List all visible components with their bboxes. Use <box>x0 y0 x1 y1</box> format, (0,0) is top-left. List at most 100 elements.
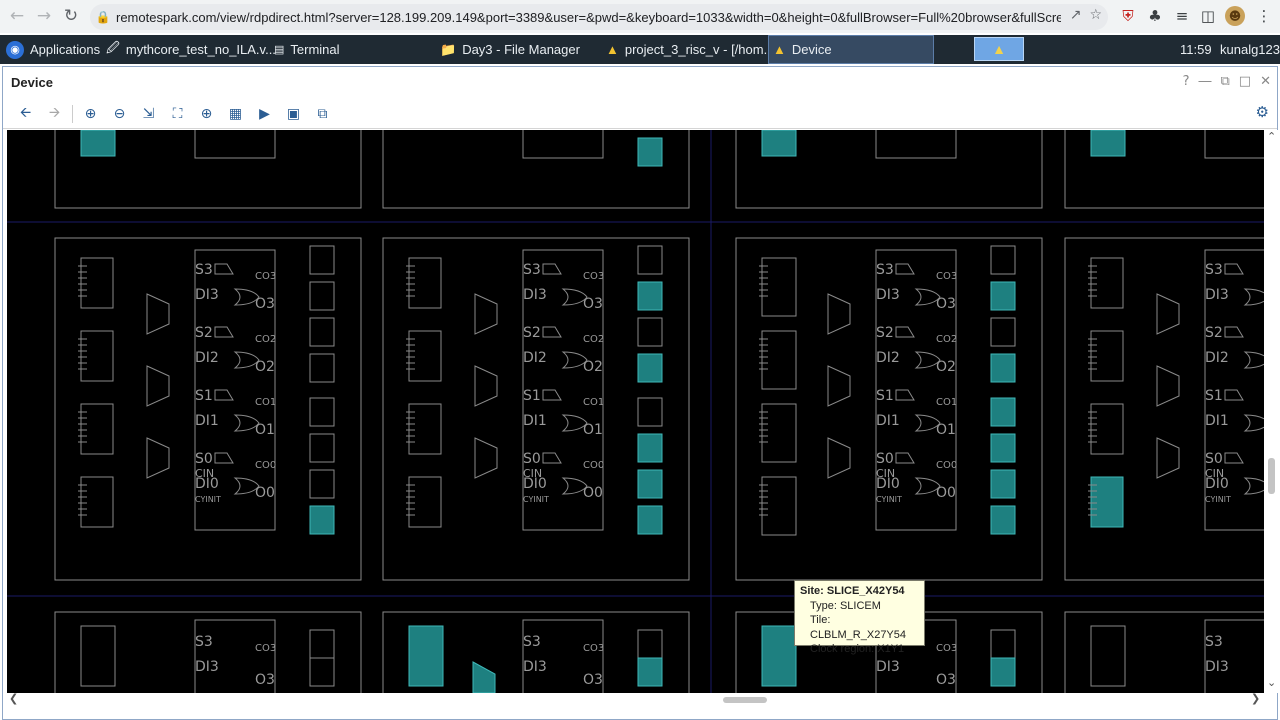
tooltip-type: Type: SLICEM <box>810 599 881 612</box>
flip-flop-box <box>637 469 663 499</box>
extension-shield-icon[interactable]: ⛨ <box>1118 6 1138 26</box>
task-terminal[interactable]: ▤ Terminal <box>270 35 344 64</box>
task-editor[interactable]: 🖉 mythcore_test_no_ILA.v... <box>102 35 276 64</box>
terminal-icon: ▤ <box>274 44 285 56</box>
share-icon[interactable]: ↗ <box>1070 7 1082 23</box>
slice-pin-label: DI3 <box>195 659 219 675</box>
vertical-scroll-thumb[interactable] <box>1268 458 1275 494</box>
flip-flop-box <box>637 657 663 687</box>
slice-pin-label: CO3 <box>255 271 276 282</box>
carry-mux-shape <box>1224 452 1244 464</box>
zoom-selected-icon[interactable]: ⛶ <box>163 101 192 127</box>
slice-pin-label: O3 <box>936 672 956 688</box>
flip-flop-box <box>990 397 1016 427</box>
slice-pin-label: CO0 <box>583 460 604 471</box>
slice-pin-label: S3 <box>523 262 541 278</box>
add-pblock-icon[interactable]: ▶ <box>250 101 279 127</box>
slice-pin-label: CO1 <box>583 397 604 408</box>
slice-pin-label: CYINIT <box>1205 495 1231 504</box>
settings-gear-icon[interactable]: ⚙ <box>1256 103 1269 121</box>
vertical-scrollbar[interactable]: ⌃ ⌄ <box>1265 130 1278 693</box>
scroll-left-arrow-icon[interactable]: ❮ <box>9 692 18 705</box>
maximize-icon[interactable]: □ <box>1239 74 1251 89</box>
carry-mux-shape <box>214 263 234 275</box>
slice-pin-label: CYINIT <box>523 495 549 504</box>
carry-mux-shape <box>895 326 915 338</box>
carry-mux-shape <box>895 452 915 464</box>
flip-flop-box <box>637 245 663 275</box>
draw-pblock-icon[interactable]: ▣ <box>279 101 308 127</box>
lut-box <box>1090 625 1126 687</box>
browser-menu-icon[interactable]: ⋮ <box>1254 6 1274 26</box>
slice-pin-label: DI3 <box>876 659 900 675</box>
bookmark-star-icon[interactable]: ☆ <box>1089 7 1102 23</box>
slice-pin-label: DI2 <box>523 350 547 366</box>
slice-pin-label: DI3 <box>523 287 547 303</box>
close-icon[interactable]: ✕ <box>1260 74 1271 89</box>
flip-flop-box <box>637 505 663 535</box>
slice-pin-label: O3 <box>255 672 275 688</box>
flip-flop-box <box>990 353 1016 383</box>
horizontal-scrollbar[interactable]: ❮ ❯ <box>3 692 1265 707</box>
slice-pin-label: S3 <box>876 262 894 278</box>
flip-flop-box <box>990 505 1016 535</box>
slice-pin-label: CO0 <box>255 460 276 471</box>
slice-pin-label: CO3 <box>936 271 957 282</box>
zoom-in-icon[interactable]: ⊕ <box>76 101 105 127</box>
scroll-down-arrow-icon[interactable]: ⌄ <box>1267 676 1276 689</box>
routing-resources-icon[interactable]: ▦ <box>221 101 250 127</box>
zoom-out-icon[interactable]: ⊖ <box>105 101 134 127</box>
back-arrow-icon[interactable]: ← <box>4 3 30 29</box>
zoom-fit-icon[interactable]: ⇲ <box>134 101 163 127</box>
carry-chain-box <box>875 130 957 159</box>
horizontal-scroll-thumb[interactable] <box>723 697 767 703</box>
extensions-puzzle-icon[interactable]: ♣ <box>1145 6 1165 26</box>
forward-icon[interactable]: 🡪 <box>40 101 69 127</box>
task-file-manager[interactable]: 📁 Day3 - File Manager <box>436 35 584 64</box>
flip-flop-box <box>309 433 335 463</box>
f7-mux-shape <box>1156 365 1180 407</box>
device-fabric-svg[interactable]: S3DI3CO3O3S2DI2CO2O2S1DI1CO1O1S0DI0CO0O0… <box>7 130 1264 693</box>
reports-icon[interactable]: ⧉ <box>308 101 337 127</box>
device-toolbar: 🡨 🡪 ⊕ ⊖ ⇲ ⛶ ⊕ ▦ ▶ ▣ ⧉ <box>3 99 1277 129</box>
forward-arrow-icon[interactable]: → <box>31 3 57 29</box>
window-title-text: Device <box>11 74 53 90</box>
slice-pin-label: DI2 <box>1205 350 1229 366</box>
flip-flop-box <box>637 281 663 311</box>
address-bar[interactable]: 🔒 remotespark.com/view/rdpdirect.html?se… <box>90 4 1108 30</box>
reload-icon[interactable]: ↻ <box>58 3 84 29</box>
scroll-right-arrow-icon[interactable]: ❯ <box>1251 692 1260 705</box>
reading-list-icon[interactable]: ≡ <box>1172 6 1192 26</box>
slice-pin-label: S1 <box>523 388 541 404</box>
minimize-icon[interactable]: ― <box>1199 74 1212 89</box>
profile-avatar-icon[interactable]: ☻ <box>1225 6 1245 26</box>
task-vivado-project[interactable]: ▲ project_3_risc_v - [/hom... <box>602 35 768 64</box>
vivado-icon: ▲ <box>773 42 786 57</box>
auto-fit-selection-icon[interactable]: ⊕ <box>192 101 221 127</box>
user-name[interactable]: kunalg123 <box>1220 35 1280 64</box>
slice-pin-label: DI3 <box>523 659 547 675</box>
slice-pin-label: CIN <box>876 467 895 480</box>
folder-icon: 📁 <box>440 41 457 57</box>
slice-pin-label: CO0 <box>936 460 957 471</box>
show-desktop-button[interactable]: ▲ <box>974 37 1024 61</box>
side-panel-icon[interactable]: ◫ <box>1198 6 1218 26</box>
f7-mux-shape <box>1156 293 1180 335</box>
device-view-canvas[interactable]: S3 DI3 CO3 O3 S2 DI2 CO2 O2 S1 DI1 CO1 O1 S0 DI0 CO0 O0… <box>7 130 1264 693</box>
slice-pin-label: CO1 <box>936 397 957 408</box>
slice-pin-label: CO3 <box>936 643 957 654</box>
scroll-up-arrow-icon[interactable]: ⌃ <box>1267 130 1276 143</box>
slice-pin-label: S1 <box>876 388 894 404</box>
carry-mux-shape <box>1224 263 1244 275</box>
slice-pin-label: S0 <box>523 451 541 467</box>
flip-flop-box <box>309 469 335 499</box>
slice-pin-label: S3 <box>1205 262 1223 278</box>
carry-chain-box <box>1204 130 1264 159</box>
task-device[interactable]: ▲ Device <box>768 35 934 64</box>
slice-pin-label: S3 <box>1205 634 1223 650</box>
desktop-taskbar: ◉ Applications 🖉 mythcore_test_no_ILA.v.… <box>0 35 1280 64</box>
help-icon[interactable]: ? <box>1183 74 1190 89</box>
restore-icon[interactable]: ⧉ <box>1221 74 1230 89</box>
applications-menu[interactable]: ◉ Applications <box>2 35 104 64</box>
back-icon[interactable]: 🡨 <box>11 101 40 127</box>
